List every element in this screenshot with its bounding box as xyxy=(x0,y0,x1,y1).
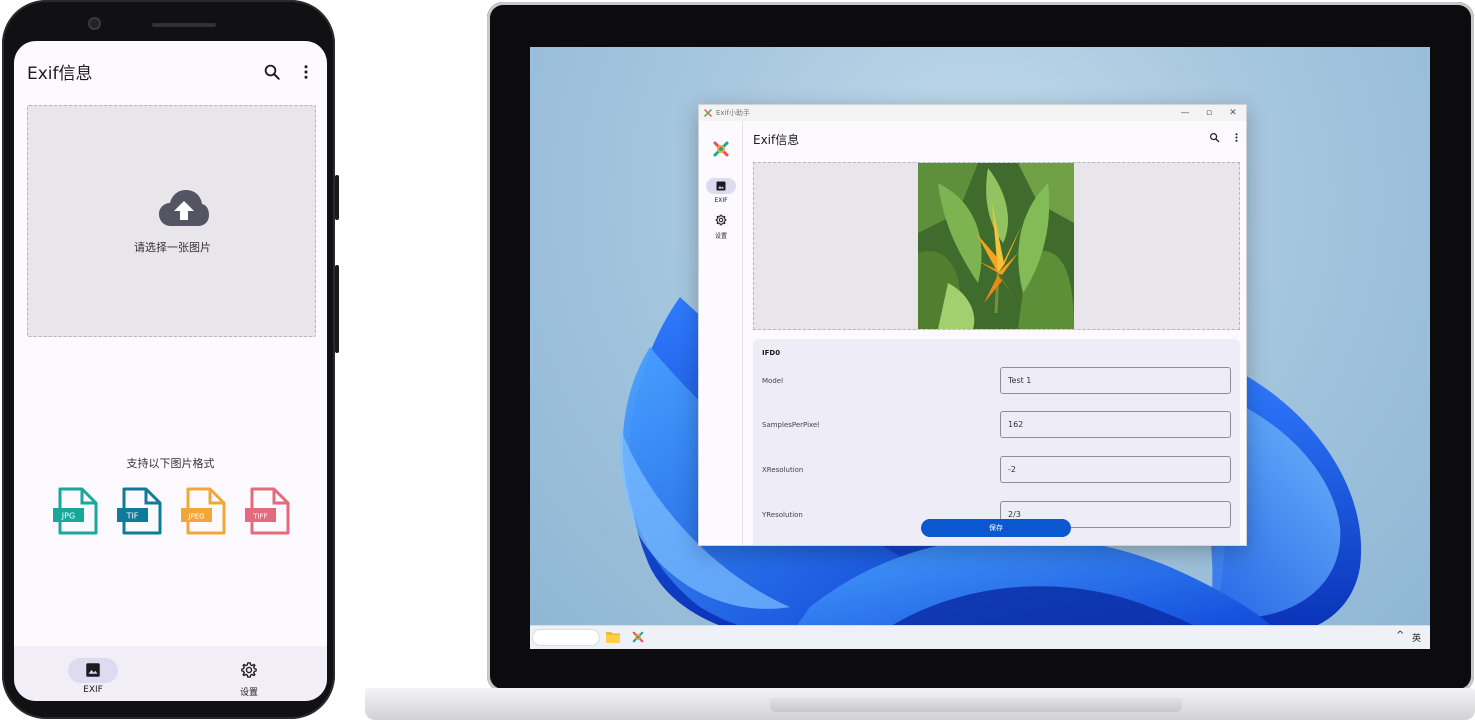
image-icon xyxy=(716,181,726,191)
format-label: JPEG xyxy=(187,513,204,521)
field-label-x-resolution: XResolution xyxy=(762,466,804,474)
field-label-model: Model xyxy=(762,377,784,385)
image-drop-zone[interactable]: 请选择一张图片 xyxy=(27,105,316,337)
taskbar-search-box[interactable] xyxy=(532,629,600,646)
exif-app-taskbar-icon[interactable] xyxy=(631,630,645,644)
selected-photo-heliconia xyxy=(918,163,1074,329)
exif-form-card: IFD0 Model SamplesPerPixel XResolution Y… xyxy=(753,339,1240,545)
jpg-file-icon: JPG xyxy=(53,487,98,535)
field-label-samples-per-pixel: SamplesPerPixel xyxy=(762,421,820,429)
format-label: TIFF xyxy=(252,513,267,521)
search-icon[interactable] xyxy=(263,63,281,81)
phone-bottom-nav: EXIF 设置 xyxy=(14,646,327,701)
format-label: TIF xyxy=(126,512,139,521)
more-vert-icon[interactable] xyxy=(1234,132,1239,143)
laptop-hinge-notch xyxy=(770,698,1182,712)
supported-formats-list: JPG TIF JPEG TIFF xyxy=(52,487,292,535)
image-icon xyxy=(86,663,100,677)
tiff-file-icon: TIFF xyxy=(245,487,290,535)
folder-icon[interactable] xyxy=(606,631,620,643)
jpeg-file-icon: JPEG xyxy=(181,487,226,535)
format-label: JPG xyxy=(61,512,75,521)
phone-volume-button xyxy=(335,175,339,220)
x-resolution-field[interactable] xyxy=(1000,456,1231,483)
earpiece-speaker xyxy=(152,23,216,27)
page-title: Exif信息 xyxy=(753,133,800,147)
search-icon[interactable] xyxy=(1209,132,1220,143)
phone-app-title: Exif信息 xyxy=(27,64,93,84)
upload-prompt: 请选择一张图片 xyxy=(134,241,211,254)
rail-label-exif: EXIF xyxy=(714,197,728,204)
maximize-icon[interactable]: ▫ xyxy=(1197,106,1221,120)
nav-label-settings: 设置 xyxy=(239,688,258,698)
navigation-rail: EXIF 设置 xyxy=(699,121,743,545)
more-vert-icon[interactable] xyxy=(302,63,310,81)
phone-screen: Exif信息 请选择一张图片 支持以下图片格式 JPG TIF JPEG TIF… xyxy=(14,41,327,701)
window-title: Exif小助手 xyxy=(716,109,750,117)
phone-device: Exif信息 请选择一张图片 支持以下图片格式 JPG TIF JPEG TIF… xyxy=(2,0,339,719)
gear-icon[interactable] xyxy=(240,661,258,679)
taskbar: ^ 英 xyxy=(530,625,1430,649)
exif-app-window: Exif小助手 — ▫ ✕ EXIF 设置 Exif信息 IFD0 Model … xyxy=(698,104,1247,546)
supported-formats-label: 支持以下图片格式 xyxy=(126,457,215,470)
minimize-icon[interactable]: — xyxy=(1173,106,1197,120)
app-logo-icon xyxy=(713,141,729,157)
rail-label-settings: 设置 xyxy=(714,233,727,240)
model-field[interactable] xyxy=(1000,367,1231,394)
phone-app-bar: Exif信息 xyxy=(14,57,327,87)
save-button[interactable]: 保存 xyxy=(921,519,1071,537)
system-tray-chevron-icon[interactable]: ^ xyxy=(1396,630,1404,641)
samples-per-pixel-field[interactable] xyxy=(1000,411,1231,438)
image-drop-zone[interactable] xyxy=(753,162,1240,330)
nav-label-exif: EXIF xyxy=(83,685,103,695)
window-titlebar[interactable]: Exif小助手 — ▫ ✕ xyxy=(699,105,1246,121)
phone-power-button xyxy=(335,265,339,353)
close-icon[interactable]: ✕ xyxy=(1221,106,1245,120)
tif-file-icon: TIF xyxy=(117,487,162,535)
gear-icon[interactable] xyxy=(715,214,727,226)
section-title-ifd0: IFD0 xyxy=(762,349,781,357)
cloud-upload-icon xyxy=(159,190,209,226)
app-logo-icon xyxy=(704,109,712,117)
front-camera xyxy=(88,17,101,30)
ime-indicator[interactable]: 英 xyxy=(1412,631,1421,644)
field-label-y-resolution: YResolution xyxy=(762,511,803,519)
